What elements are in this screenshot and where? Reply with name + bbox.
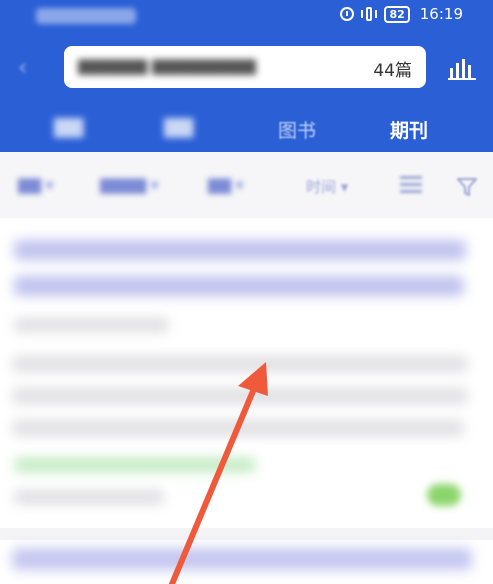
result-title-line-1[interactable]: [14, 240, 466, 260]
tab-journals[interactable]: 期刊: [390, 116, 428, 143]
header: 82 16:19 ‹ ▇▇▇▇▇▇ ▇▇▇▇▇▇▇▇▇ 44篇 ▇▇ ▇▇ 图书…: [0, 0, 493, 152]
clock: 16:19: [419, 5, 463, 23]
alarm-icon: [340, 7, 355, 21]
tab-books[interactable]: 图书: [278, 116, 316, 143]
filter-blurred-2[interactable]: ▇▇▇▇ ▾: [100, 176, 158, 194]
tab-blurred-1[interactable]: ▇▇: [54, 116, 83, 138]
divider: [0, 528, 493, 540]
result-count: 44篇: [373, 61, 412, 81]
filter-blurred-1[interactable]: ▇▇ ▾: [18, 176, 53, 194]
result-abstract-line-3: [12, 420, 464, 436]
filter-time[interactable]: 时间 ▾: [306, 176, 348, 197]
next-result-title-blurred[interactable]: [12, 548, 472, 570]
result-abstract-line-1: [12, 356, 468, 372]
bar-chart-icon[interactable]: [448, 56, 476, 80]
back-arrow-icon[interactable]: ‹: [18, 55, 38, 79]
app-screen: 82 16:19 ‹ ▇▇▇▇▇▇ ▇▇▇▇▇▇▇▇▇ 44篇 ▇▇ ▇▇ 图书…: [0, 0, 493, 584]
result-meta-line: [14, 318, 169, 332]
battery-indicator: 82: [384, 5, 410, 23]
search-box[interactable]: ▇▇▇▇▇▇ ▇▇▇▇▇▇▇▇▇ 44篇: [64, 46, 426, 88]
result-card-blurred[interactable]: [0, 218, 493, 528]
status-bar: 82 16:19: [0, 0, 493, 32]
result-stats-line: [14, 490, 164, 504]
tab-blurred-2[interactable]: ▇▇: [164, 116, 193, 138]
result-source-line: [14, 458, 256, 472]
status-icons: 82 16:19: [340, 5, 463, 23]
vibrate-icon: [360, 7, 378, 21]
status-badge: [427, 484, 461, 506]
category-tabs: ▇▇ ▇▇ 图书 期刊: [0, 108, 493, 148]
list-view-icon[interactable]: [400, 176, 422, 196]
carrier-info-blurred: [36, 8, 136, 24]
funnel-filter-icon[interactable]: [456, 176, 478, 198]
filter-time-label: 时间: [306, 178, 337, 196]
search-query-blurred[interactable]: ▇▇▇▇▇▇ ▇▇▇▇▇▇▇▇▇: [78, 57, 256, 77]
result-title-line-2[interactable]: [14, 276, 464, 296]
filter-blurred-3[interactable]: ▇▇ ▾: [208, 176, 243, 194]
result-abstract-line-2: [12, 388, 468, 404]
